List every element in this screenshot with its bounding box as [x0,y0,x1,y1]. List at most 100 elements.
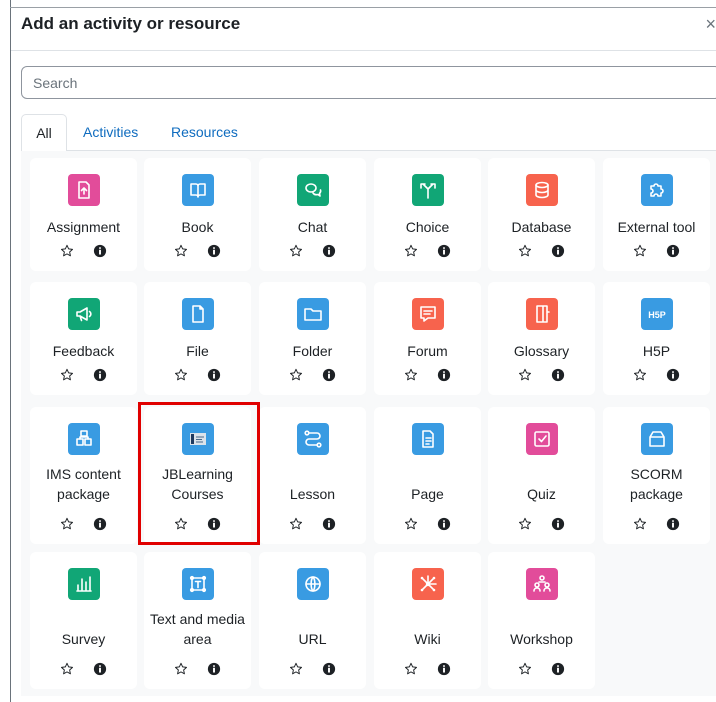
activity-name-line: Page [411,486,444,502]
workshop-icon [526,568,558,600]
star-icon[interactable] [289,244,303,258]
tab-bar: All Activities Resources [21,114,716,152]
activity-name-line: package [630,486,683,502]
h5p-icon: H5P [641,298,673,330]
star-icon[interactable] [60,244,74,258]
star-icon[interactable] [404,244,418,258]
activity-name-line: Forum [407,343,448,359]
activity-name-line: Workshop [510,631,573,647]
star-icon[interactable] [518,517,532,531]
activity-name: URL [259,629,366,649]
star-icon[interactable] [518,244,532,258]
info-icon[interactable] [437,517,451,531]
info-icon[interactable] [93,662,107,676]
info-icon[interactable] [551,662,565,676]
star-icon[interactable] [518,662,532,676]
activity-card-h5p[interactable]: H5P H5P [603,282,710,395]
info-icon[interactable] [207,244,221,258]
activity-card-page[interactable]: Page [374,407,481,544]
star-icon[interactable] [633,517,647,531]
star-icon[interactable] [404,662,418,676]
activity-name: IMS content package [30,464,137,504]
activity-card-choice[interactable]: Choice [374,158,481,271]
info-icon[interactable] [666,517,680,531]
activity-name: H5P [603,341,710,361]
quiz-icon [526,423,558,455]
star-icon[interactable] [289,517,303,531]
activity-card-external-tool[interactable]: External tool [603,158,710,271]
text-media-icon [182,568,214,600]
star-icon[interactable] [60,517,74,531]
star-icon[interactable] [633,244,647,258]
info-icon[interactable] [437,368,451,382]
tab-activities[interactable]: Activities [83,114,138,151]
activity-name: Quiz [488,484,595,504]
puzzle-icon [641,174,673,206]
info-icon[interactable] [322,244,336,258]
activity-card-feedback[interactable]: Feedback [30,282,137,395]
activity-card-file[interactable]: File [144,282,251,395]
activity-card-book[interactable]: Book [144,158,251,271]
star-icon[interactable] [289,662,303,676]
info-icon[interactable] [551,244,565,258]
info-icon[interactable] [93,368,107,382]
activity-name-line: Text and media [150,611,245,627]
info-icon[interactable] [437,244,451,258]
activity-name-line: SCORM [630,466,683,482]
star-icon[interactable] [518,368,532,382]
info-icon[interactable] [551,368,565,382]
activity-card-workshop[interactable]: Workshop [488,552,595,689]
activity-card-text-and-media-area[interactable]: Text and media area [144,552,251,689]
lesson-icon [297,423,329,455]
info-icon[interactable] [207,368,221,382]
activity-card-ims-content-package[interactable]: IMS content package [30,407,137,544]
activity-card-assignment[interactable]: Assignment [30,158,137,271]
info-icon[interactable] [666,368,680,382]
activity-name: Survey [30,629,137,649]
info-icon[interactable] [93,244,107,258]
star-icon[interactable] [404,517,418,531]
star-icon[interactable] [404,368,418,382]
activity-card-folder[interactable]: Folder [259,282,366,395]
info-icon[interactable] [207,662,221,676]
info-icon[interactable] [437,662,451,676]
star-icon[interactable] [174,662,188,676]
close-icon[interactable]: × [705,14,716,35]
info-icon[interactable] [322,662,336,676]
activity-card-survey[interactable]: Survey [30,552,137,689]
tab-resources[interactable]: Resources [171,114,238,151]
activity-name: Lesson [259,484,366,504]
info-icon[interactable] [322,368,336,382]
tab-all[interactable]: All [21,114,67,152]
activity-card-lesson[interactable]: Lesson [259,407,366,544]
info-icon[interactable] [551,517,565,531]
activity-card-wiki[interactable]: Wiki [374,552,481,689]
activity-card-quiz[interactable]: Quiz [488,407,595,544]
activity-name-line: IMS content [46,466,121,482]
scorm-icon [641,423,673,455]
file-icon [182,298,214,330]
activity-name: Book [144,217,251,237]
info-icon[interactable] [93,517,107,531]
star-icon[interactable] [633,368,647,382]
activity-card-glossary[interactable]: Glossary [488,282,595,395]
search-input[interactable] [21,66,716,99]
info-icon[interactable] [666,244,680,258]
info-icon[interactable] [322,517,336,531]
activity-name-line: Folder [292,343,333,359]
activity-card-scorm-package[interactable]: SCORM package [603,407,710,544]
activity-card-database[interactable]: Database [488,158,595,271]
book-icon [182,174,214,206]
activity-card-chat[interactable]: Chat [259,158,366,271]
star-icon[interactable] [60,368,74,382]
activity-name-line: URL [298,631,327,647]
star-icon[interactable] [174,368,188,382]
star-icon[interactable] [174,244,188,258]
activity-card-forum[interactable]: Forum [374,282,481,395]
activity-name: Database [488,217,595,237]
star-icon[interactable] [60,662,74,676]
svg-text:H5P: H5P [648,310,666,320]
activity-name-line: Assignment [46,219,121,235]
star-icon[interactable] [289,368,303,382]
activity-card-url[interactable]: URL [259,552,366,689]
